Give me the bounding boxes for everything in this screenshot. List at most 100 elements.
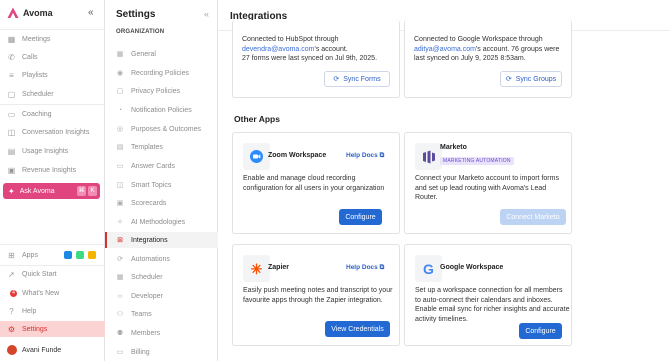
settings-item-billing[interactable]: ▭ Billing xyxy=(105,344,218,360)
divider xyxy=(0,104,105,105)
zapier-description: Easily push meeting notes and transcript… xyxy=(243,287,393,304)
ai-icon: ✧ xyxy=(117,219,123,226)
main-content: Integrations Connected to HubSpot throug… xyxy=(218,0,670,361)
zapier-card: ✳ Zapier Help Docs ⧉ Easily push meeting… xyxy=(232,244,400,346)
settings-item-answer-cards[interactable]: ▭ Answer Cards xyxy=(105,158,218,174)
rocket-icon: ➚ xyxy=(8,269,15,279)
marketo-card: Marketo MARKETING AUTOMATION Connect you… xyxy=(404,132,572,234)
scorecard-icon: ▣ xyxy=(116,200,124,207)
nav-item-help[interactable]: ? Help xyxy=(0,303,105,319)
gear-icon: ⚙ xyxy=(7,324,16,334)
nav-item-coaching[interactable]: ▭ Coaching xyxy=(0,106,105,122)
settings-item-integrations[interactable]: ⊠ Integrations xyxy=(105,232,218,248)
ask-avoma-button[interactable]: ✦ Ask Avoma ⌘ K xyxy=(3,183,100,199)
billing-icon: ▭ xyxy=(116,349,124,356)
zoom-icon xyxy=(250,150,263,163)
nav-item-calls[interactable]: ✆ Calls xyxy=(0,49,105,65)
settings-item-purposes-outcomes[interactable]: ◎ Purposes & Outcomes xyxy=(105,121,218,137)
settings-item-smart-topics[interactable]: ◫ Smart Topics xyxy=(105,177,218,193)
android-icon[interactable] xyxy=(76,251,84,259)
zapier-logo: ✳ xyxy=(243,255,270,282)
hubspot-account-email[interactable]: devendra@avoma.com xyxy=(242,46,314,53)
google-icon: G xyxy=(423,260,434,277)
nav-item-revenue-insights[interactable]: ▣ Revenue Insights xyxy=(0,162,105,178)
settings-item-developer[interactable]: ‹› Developer xyxy=(105,288,218,304)
hubspot-status: Connected to HubSpot through devendra@av… xyxy=(242,36,378,62)
marketo-app-name: Marketo xyxy=(440,144,467,151)
target-icon: ◎ xyxy=(116,126,124,133)
avoma-logo-icon xyxy=(7,7,19,18)
nav-item-meetings[interactable]: ▦ Meetings xyxy=(0,31,105,47)
chat-insights-icon: ◫ xyxy=(7,127,16,137)
scheduler-icon: ▦ xyxy=(116,274,124,281)
view-credentials-button[interactable]: View Credentials xyxy=(325,321,390,337)
shortcut-key-k: K xyxy=(88,186,97,196)
divider xyxy=(0,244,105,245)
revenue-insights-icon: ▣ xyxy=(7,165,16,175)
user-profile[interactable]: Avani Funde xyxy=(0,342,105,358)
marketo-description: Connect your Marketo account to import f… xyxy=(415,175,559,201)
nav-item-usage-insights[interactable]: ▤ Usage Insights xyxy=(0,143,105,159)
app-store-icon[interactable] xyxy=(64,251,72,259)
collapse-nav-icon[interactable]: « xyxy=(88,7,94,18)
main-nav: Avoma « ▦ Meetings ✆ Calls ≡ Playlists ▢ Sch… xyxy=(0,0,105,361)
settings-item-ai-methodologies[interactable]: ✧ AI Methodologies xyxy=(105,214,218,230)
sparkle-icon: ✦ xyxy=(8,186,15,196)
settings-item-scheduler[interactable]: ▦ Scheduler xyxy=(105,269,218,285)
notification-badge: 4 xyxy=(10,290,17,297)
usage-insights-icon: ▤ xyxy=(7,146,16,156)
google-workspace-configure-button[interactable]: Configure xyxy=(519,323,562,339)
settings-item-templates[interactable]: ▤ Templates xyxy=(105,139,218,155)
settings-item-general[interactable]: ▦ General xyxy=(105,46,218,62)
zoom-configure-button[interactable]: Configure xyxy=(339,209,382,225)
nav-item-quick-start[interactable]: ➚ Quick Start xyxy=(0,266,105,282)
connect-marketo-button[interactable]: Connect Marketo xyxy=(500,209,566,225)
coaching-icon: ▭ xyxy=(7,109,16,119)
chrome-icon[interactable] xyxy=(88,251,96,259)
marketo-icon xyxy=(422,150,435,163)
sync-groups-button[interactable]: ⟳ Sync Groups xyxy=(500,71,562,87)
nav-item-settings[interactable]: ⚙ Settings xyxy=(0,321,105,337)
google-account-email[interactable]: aditya@avoma.com xyxy=(414,46,476,53)
automation-icon: ⟳ xyxy=(117,256,123,263)
divider xyxy=(0,29,105,30)
members-icon: ⚉ xyxy=(116,330,124,337)
nav-item-scheduler[interactable]: ▢ Scheduler xyxy=(0,86,105,102)
settings-item-automations[interactable]: ⟳ Automations xyxy=(105,251,218,267)
bell-icon: ◔ xyxy=(117,106,123,114)
zoom-app-name: Zoom Workspace xyxy=(268,152,327,159)
zapier-app-name: Zapier xyxy=(268,264,290,271)
teams-icon: ⚇ xyxy=(116,311,124,318)
card-icon: ▭ xyxy=(116,163,124,170)
google-workspace-app-name: Google Workspace xyxy=(440,264,504,271)
sync-forms-button[interactable]: ⟳ Sync Forms xyxy=(324,71,390,87)
hubspot-card: Connected to HubSpot through devendra@av… xyxy=(232,20,400,98)
refresh-icon: ⟳ xyxy=(333,76,340,83)
settings-sidebar: Settings « ORGANIZATION ▦ General ◉ Record… xyxy=(105,0,218,361)
playlist-icon: ≡ xyxy=(9,70,14,80)
external-link-icon: ⧉ xyxy=(379,264,385,271)
brand[interactable]: Avoma xyxy=(7,7,53,19)
google-logo: G xyxy=(415,255,442,282)
brand-name: Avoma xyxy=(23,8,53,18)
google-workspace-description: Set up a workspace connection for all me… xyxy=(415,287,570,323)
settings-item-notification-policies[interactable]: ◔ Notification Policies xyxy=(105,102,218,118)
zoom-help-docs-link[interactable]: Help Docs ⧉ xyxy=(346,152,384,160)
settings-item-teams[interactable]: ⚇ Teams xyxy=(105,306,218,322)
collapse-settings-icon[interactable]: « xyxy=(204,9,209,19)
nav-item-playlists[interactable]: ≡ Playlists xyxy=(0,67,105,83)
settings-item-scorecards[interactable]: ▣ Scorecards xyxy=(105,195,218,211)
zapier-help-docs-link[interactable]: Help Docs ⧉ xyxy=(346,264,384,272)
help-icon: ? xyxy=(9,306,14,316)
settings-item-recording-policies[interactable]: ◉ Recording Policies xyxy=(105,65,218,81)
marketing-automation-badge: MARKETING AUTOMATION xyxy=(440,157,514,165)
google-workspace-card: G Google Workspace Set up a workspace co… xyxy=(404,244,572,346)
other-apps-heading: Other Apps xyxy=(234,114,280,124)
nav-item-conversation-insights[interactable]: ◫ Conversation Insights xyxy=(0,124,105,140)
code-icon: ‹› xyxy=(117,292,123,300)
settings-item-privacy-policies[interactable]: ▢ Privacy Policies xyxy=(105,83,218,99)
zoom-logo xyxy=(243,143,270,170)
settings-item-members[interactable]: ⚉ Members xyxy=(105,325,218,341)
grid-icon: ⊞ xyxy=(8,250,15,260)
zoom-card: Zoom Workspace Help Docs ⧉ Enable and ma… xyxy=(232,132,400,234)
